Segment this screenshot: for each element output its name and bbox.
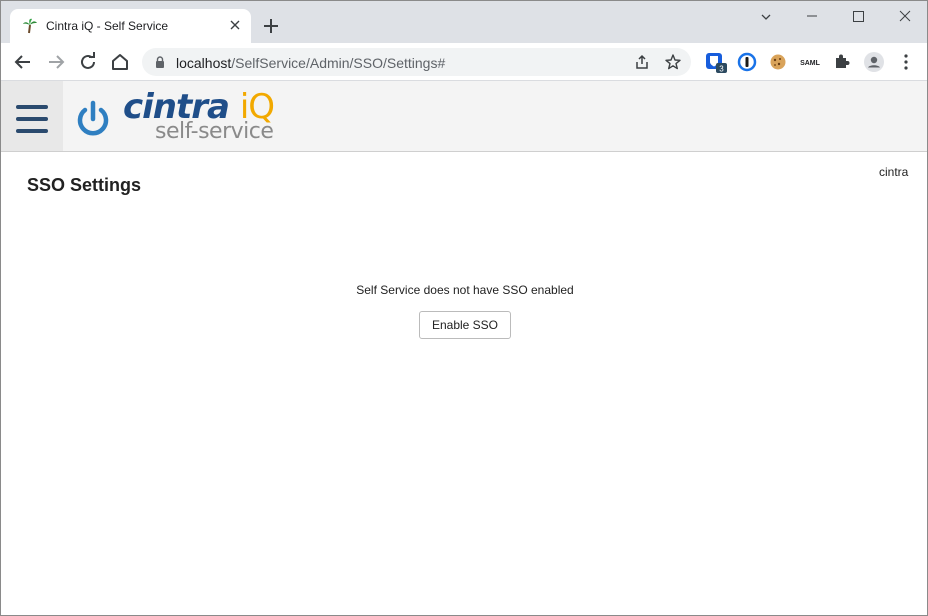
tab-strip: Cintra iQ - Self Service bbox=[1, 1, 927, 43]
logo-subtitle: self-service bbox=[155, 119, 274, 144]
new-tab-icon[interactable] bbox=[262, 17, 280, 35]
tab-search-chevron-icon[interactable] bbox=[743, 5, 789, 29]
more-menu-icon[interactable] bbox=[894, 50, 918, 74]
browser-tab[interactable]: Cintra iQ - Self Service bbox=[10, 9, 251, 43]
palm-tree-icon bbox=[23, 18, 37, 34]
menu-bar bbox=[16, 129, 48, 133]
hamburger-menu-icon[interactable] bbox=[1, 81, 63, 151]
close-icon[interactable] bbox=[227, 17, 243, 33]
app-header: cintra iQ self-service bbox=[1, 81, 927, 152]
page-title: SSO Settings bbox=[27, 175, 142, 195]
profile-avatar-icon[interactable] bbox=[862, 50, 886, 74]
browser-toolbar: localhost/SelfService/Admin/SSO/Settings… bbox=[1, 43, 927, 81]
lock-icon[interactable] bbox=[154, 56, 166, 68]
tab-title: Cintra iQ - Self Service bbox=[46, 19, 169, 33]
share-icon[interactable] bbox=[633, 53, 651, 71]
browser-window: Cintra iQ - Self Service localhost/SelfS… bbox=[0, 0, 928, 616]
minimize-icon[interactable] bbox=[789, 5, 835, 29]
power-icon bbox=[77, 100, 109, 136]
user-name[interactable]: cintra bbox=[879, 165, 908, 179]
bitwarden-extension-icon[interactable]: 3 bbox=[704, 50, 728, 74]
window-close-icon[interactable] bbox=[881, 5, 927, 29]
enable-sso-button[interactable]: Enable SSO bbox=[419, 311, 511, 339]
url-host: localhost bbox=[176, 55, 232, 71]
address-bar[interactable]: localhost/SelfService/Admin/SSO/Settings… bbox=[142, 48, 691, 76]
url-path: /SelfService/Admin/SSO/Settings# bbox=[231, 55, 446, 71]
menu-bar bbox=[16, 105, 48, 109]
saml-tracer-icon[interactable]: SAML bbox=[798, 50, 822, 74]
reload-icon[interactable] bbox=[76, 50, 100, 74]
extensions-puzzle-icon[interactable] bbox=[830, 50, 854, 74]
extension-badge: 3 bbox=[719, 65, 724, 74]
bookmark-star-icon[interactable] bbox=[664, 53, 682, 71]
cookie-icon[interactable] bbox=[766, 50, 790, 74]
saml-label: SAML bbox=[800, 60, 821, 67]
forward-arrow-icon[interactable] bbox=[44, 50, 68, 74]
menu-bar bbox=[16, 117, 48, 121]
back-arrow-icon[interactable] bbox=[11, 50, 35, 74]
url-text: localhost/SelfService/Admin/SSO/Settings… bbox=[176, 55, 445, 71]
sso-status-message: Self Service does not have SSO enabled bbox=[356, 283, 574, 297]
maximize-icon[interactable] bbox=[835, 5, 881, 29]
home-icon[interactable] bbox=[108, 50, 132, 74]
cintra-iq-logo[interactable]: cintra iQ self-service bbox=[75, 87, 275, 147]
onepassword-extension-icon[interactable] bbox=[735, 50, 759, 74]
